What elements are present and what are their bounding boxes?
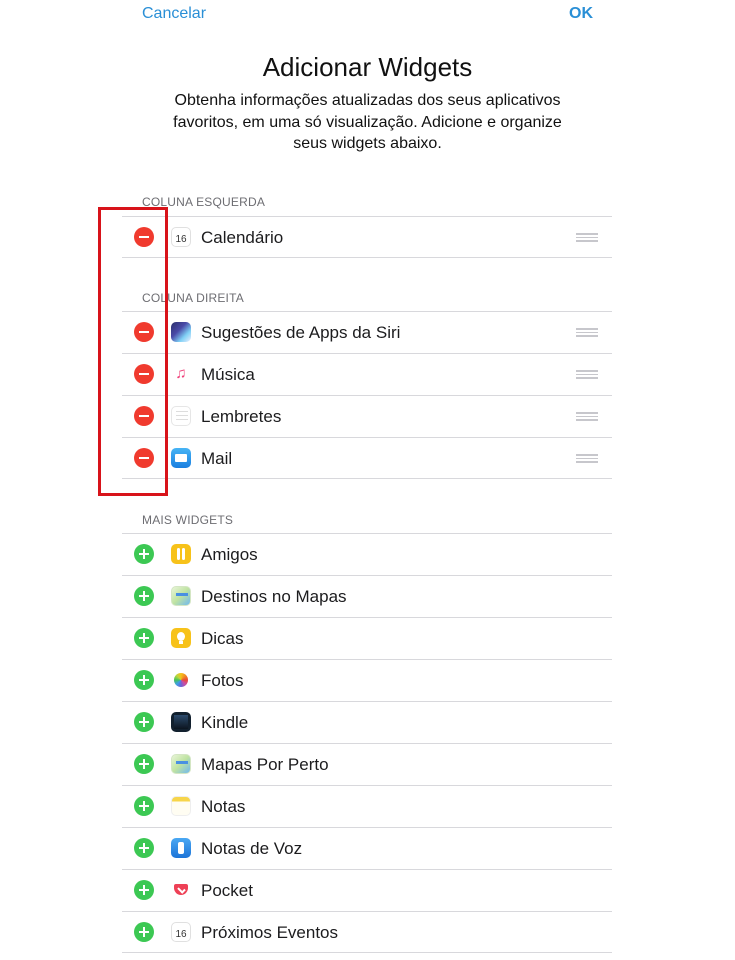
calendar-icon: 16 <box>171 227 191 247</box>
right-column-list: Sugestões de Apps da Siri ♫ Música Lembr… <box>122 311 612 479</box>
add-widget-button[interactable] <box>134 712 154 732</box>
widget-label: Próximos Eventos <box>201 923 338 942</box>
remove-widget-button[interactable] <box>134 448 154 468</box>
calendar-icon: 16 <box>171 922 191 942</box>
widget-row-photos: Fotos <box>122 659 612 701</box>
widget-label: Música <box>201 365 255 384</box>
widget-row-upcoming-events: 16 Próximos Eventos <box>122 911 612 953</box>
widget-label: Fotos <box>201 671 244 690</box>
reorder-handle-icon[interactable] <box>576 233 598 242</box>
remove-widget-button[interactable] <box>134 364 154 384</box>
page-title: Adicionar Widgets <box>262 52 473 82</box>
widget-label: Pocket <box>201 881 253 900</box>
friends-icon <box>171 544 191 564</box>
music-icon: ♫ <box>171 364 191 384</box>
widget-row-mail: Mail <box>122 437 612 479</box>
kindle-icon <box>171 712 191 732</box>
widget-label: Calendário <box>201 228 284 247</box>
add-widget-button[interactable] <box>134 628 154 648</box>
section-header-more-widgets: MAIS WIDGETS <box>142 513 234 527</box>
widget-row-pocket: Pocket <box>122 869 612 911</box>
reminders-icon <box>171 406 191 426</box>
reorder-handle-icon[interactable] <box>576 328 598 337</box>
add-widget-button[interactable] <box>134 838 154 858</box>
widget-label: Mapas Por Perto <box>201 755 329 774</box>
remove-widget-button[interactable] <box>134 227 154 247</box>
add-widget-button[interactable] <box>134 544 154 564</box>
section-header-left-column: COLUNA ESQUERDA <box>142 195 266 209</box>
add-widget-button[interactable] <box>134 922 154 942</box>
voice-memos-icon <box>171 838 191 858</box>
add-widget-button[interactable] <box>134 670 154 690</box>
widget-label: Amigos <box>201 545 258 564</box>
reorder-handle-icon[interactable] <box>576 412 598 421</box>
widget-row-maps-nearby: Mapas Por Perto <box>122 743 612 785</box>
remove-widget-button[interactable] <box>134 406 154 426</box>
widget-label: Mail <box>201 449 233 468</box>
widget-row-tips: Dicas <box>122 617 612 659</box>
page-subtitle: Obtenha informações atualizadas dos seus… <box>160 90 575 155</box>
section-header-right-column: COLUNA DIREITA <box>142 291 244 305</box>
widget-label: Notas <box>201 797 246 816</box>
widget-row-reminders: Lembretes <box>122 395 612 437</box>
more-widgets-list: Amigos Destinos no Mapas Dicas Fotos Kin… <box>122 533 612 953</box>
pocket-icon <box>171 880 191 900</box>
left-column-list: 16 Calendário <box>122 216 612 258</box>
widget-row-voice-memos: Notas de Voz <box>122 827 612 869</box>
photos-icon <box>171 670 191 690</box>
tips-icon <box>171 628 191 648</box>
add-widget-button[interactable] <box>134 880 154 900</box>
subtitle-line: favoritos, em uma só visualização. Adici… <box>173 113 562 131</box>
reorder-handle-icon[interactable] <box>576 454 598 463</box>
ok-button[interactable]: OK <box>569 5 593 23</box>
widget-row-calendar: 16 Calendário <box>122 216 612 258</box>
widget-row-maps-destinations: Destinos no Mapas <box>122 575 612 617</box>
add-widget-button[interactable] <box>134 796 154 816</box>
reorder-handle-icon[interactable] <box>576 370 598 379</box>
siri-suggestions-icon <box>171 322 191 342</box>
widget-row-siri-suggestions: Sugestões de Apps da Siri <box>122 311 612 353</box>
widget-row-music: ♫ Música <box>122 353 612 395</box>
maps-icon <box>171 754 191 774</box>
widget-row-kindle: Kindle <box>122 701 612 743</box>
widget-label: Kindle <box>201 713 249 732</box>
add-widget-button[interactable] <box>134 754 154 774</box>
widget-label: Lembretes <box>201 407 282 426</box>
cancel-button[interactable]: Cancelar <box>142 5 206 23</box>
maps-icon <box>171 586 191 606</box>
widget-label: Notas de Voz <box>201 839 303 858</box>
notes-icon <box>171 796 191 816</box>
add-widget-button[interactable] <box>134 586 154 606</box>
remove-widget-button[interactable] <box>134 322 154 342</box>
mail-icon <box>171 448 191 468</box>
widget-label: Sugestões de Apps da Siri <box>201 323 401 342</box>
widget-row-friends: Amigos <box>122 533 612 575</box>
widget-row-notes: Notas <box>122 785 612 827</box>
subtitle-line: seus widgets abaixo. <box>293 135 442 152</box>
subtitle-line: Obtenha informações atualizadas dos seus… <box>174 92 561 109</box>
widget-label: Dicas <box>201 629 244 648</box>
widget-label: Destinos no Mapas <box>201 587 347 606</box>
